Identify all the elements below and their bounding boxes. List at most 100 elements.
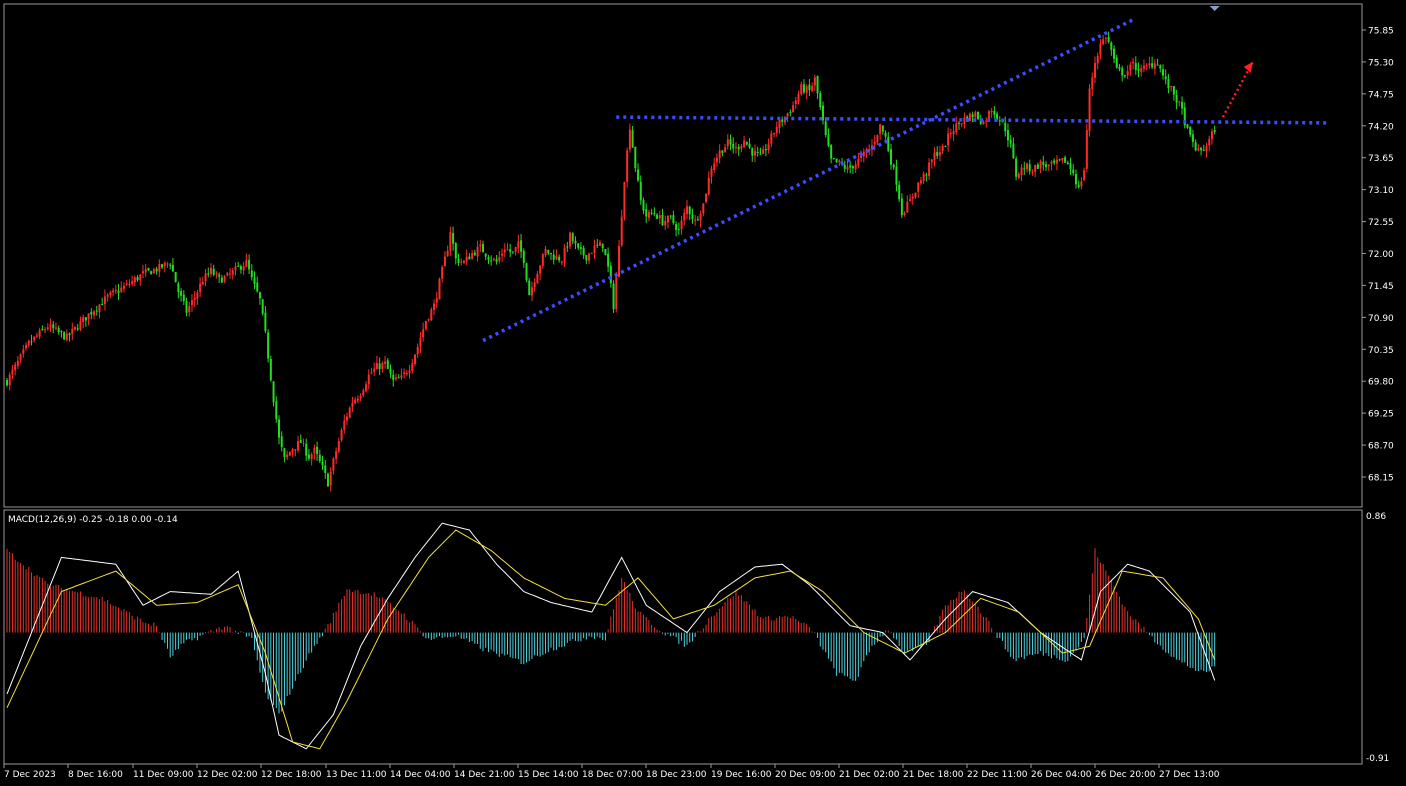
bull-candle xyxy=(680,220,683,230)
bear-candle xyxy=(1036,164,1039,169)
bear-candle xyxy=(520,240,523,252)
bull-candle xyxy=(1088,88,1091,131)
bull-candle xyxy=(914,192,917,198)
bear-candle xyxy=(305,443,308,456)
bull-candle xyxy=(479,244,482,247)
bull-candle xyxy=(8,374,11,386)
bull-candle xyxy=(506,249,509,251)
bull-candle xyxy=(1055,159,1058,164)
bull-candle xyxy=(114,290,117,292)
bull-candle xyxy=(922,173,925,181)
bull-candle xyxy=(743,140,746,148)
bull-candle xyxy=(1205,146,1208,152)
bull-candle xyxy=(125,283,128,285)
bear-candle xyxy=(582,248,585,256)
bull-candle xyxy=(666,215,669,223)
bear-candle xyxy=(495,259,498,262)
bear-candle xyxy=(732,143,735,149)
bear-candle xyxy=(484,253,487,257)
bull-candle xyxy=(917,182,920,192)
bull-candle xyxy=(873,141,876,145)
bear-candle xyxy=(60,330,63,332)
bull-candle xyxy=(433,303,436,310)
bear-candle xyxy=(1107,37,1110,42)
bear-candle xyxy=(737,146,740,150)
bull-candle xyxy=(876,135,879,143)
price-chart-terminal[interactable]: 75.85 75.30 74.75 74.20 73.65 73.10 72.55 72.00… xyxy=(0,0,1406,786)
bull-candle xyxy=(715,157,718,163)
bull-candle xyxy=(375,362,378,370)
bear-candle xyxy=(816,75,819,94)
bull-candle xyxy=(112,290,115,293)
bear-candle xyxy=(522,250,525,263)
bear-candle xyxy=(269,359,272,381)
bull-candle xyxy=(1145,65,1148,67)
bear-candle xyxy=(745,141,748,145)
bull-candle xyxy=(33,336,36,341)
bull-candle xyxy=(805,86,808,94)
bull-candle xyxy=(699,213,702,221)
bull-candle xyxy=(367,374,370,385)
bull-candle xyxy=(340,429,343,441)
time-tick-label: 15 Dec 14:00 xyxy=(518,770,579,780)
bull-candle xyxy=(492,258,495,260)
price-tick-label: 70.35 xyxy=(1368,346,1394,356)
bull-candle xyxy=(794,100,797,104)
bear-candle xyxy=(1151,63,1154,68)
bear-candle xyxy=(944,146,947,148)
bear-candle xyxy=(386,360,389,369)
bear-candle xyxy=(609,265,612,284)
bear-candle xyxy=(585,255,588,261)
bull-candle xyxy=(906,201,909,213)
bear-candle xyxy=(759,153,762,155)
bull-candle xyxy=(615,276,618,309)
bull-candle xyxy=(1017,173,1020,179)
bear-candle xyxy=(887,136,890,151)
bull-candle xyxy=(514,247,517,252)
time-tick-label: 12 Dec 02:00 xyxy=(197,770,258,780)
bull-candle xyxy=(947,133,950,146)
bear-candle xyxy=(691,214,694,220)
bear-candle xyxy=(642,200,645,211)
macd-scale-min: -0.91 xyxy=(1366,754,1389,764)
bull-candle xyxy=(245,259,248,267)
bull-candle xyxy=(724,147,727,153)
bear-candle xyxy=(958,122,960,124)
bull-candle xyxy=(465,256,468,262)
bear-candle xyxy=(764,148,767,151)
bear-candle xyxy=(925,174,928,176)
bear-candle xyxy=(808,84,811,91)
bull-candle xyxy=(1026,163,1028,170)
bear-candle xyxy=(1118,67,1121,70)
bull-candle xyxy=(949,132,952,134)
bear-candle xyxy=(596,244,599,246)
bull-candle xyxy=(74,326,76,330)
bear-candle xyxy=(275,401,278,420)
bull-candle xyxy=(503,249,506,253)
bear-candle xyxy=(101,303,104,306)
bull-candle xyxy=(846,166,849,170)
bull-candle xyxy=(762,149,765,154)
price-tick-label: 75.30 xyxy=(1368,58,1394,68)
bear-candle xyxy=(207,273,210,275)
bull-candle xyxy=(416,346,419,355)
bear-candle xyxy=(52,324,55,329)
bear-candle xyxy=(264,312,267,332)
bull-candle xyxy=(79,321,82,330)
bull-candle xyxy=(1142,65,1145,69)
bear-candle xyxy=(650,212,653,214)
bull-candle xyxy=(346,416,348,421)
bull-candle xyxy=(310,454,313,460)
price-tick-label: 74.75 xyxy=(1368,90,1394,100)
bull-candle xyxy=(1080,181,1083,187)
bear-candle xyxy=(182,294,185,302)
bull-candle xyxy=(373,368,376,372)
bull-candle xyxy=(974,112,977,117)
bear-candle xyxy=(1175,94,1178,103)
bull-candle xyxy=(356,398,359,401)
bull-candle xyxy=(598,242,601,246)
bull-candle xyxy=(35,335,38,337)
bull-candle xyxy=(813,77,816,86)
bear-candle xyxy=(321,461,324,466)
bull-candle xyxy=(933,152,936,161)
